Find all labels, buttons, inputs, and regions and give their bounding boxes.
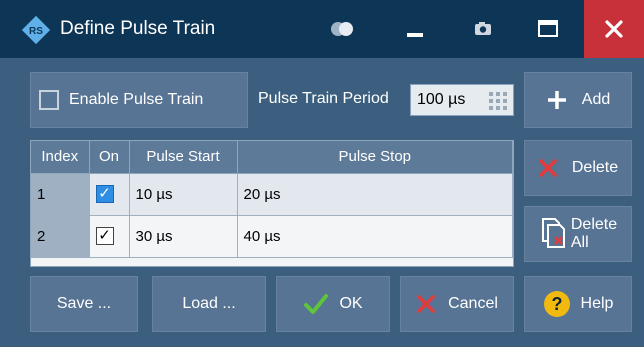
row-on-cell[interactable]: ✓ — [89, 173, 130, 216]
add-label: Add — [581, 91, 611, 108]
period-value: 100 µs — [417, 91, 466, 108]
delete-all-icon — [541, 218, 565, 248]
row-index: 2 — [31, 215, 90, 258]
camera-icon[interactable] — [464, 0, 504, 58]
rohde-schwarz-logo-icon: RS — [21, 15, 51, 45]
table-row[interactable]: 1 ✓ 10 µs 20 µs — [31, 173, 513, 216]
delete-label: Delete — [571, 159, 619, 176]
enable-pulse-train-button[interactable]: Enable Pulse Train — [30, 72, 248, 128]
column-header-index[interactable]: Index — [31, 141, 90, 174]
close-icon — [605, 20, 623, 38]
cancel-button[interactable]: Cancel — [400, 276, 514, 332]
ok-button[interactable]: OK — [276, 276, 390, 332]
save-label: Save ... — [56, 295, 112, 312]
column-header-pulse-stop[interactable]: Pulse Stop — [237, 141, 513, 174]
enable-checkbox[interactable] — [39, 90, 59, 110]
close-button[interactable] — [584, 0, 644, 58]
row-index: 1 — [31, 173, 90, 216]
row-pulse-start[interactable]: 10 µs — [129, 173, 238, 216]
load-label: Load ... — [182, 295, 236, 312]
plus-icon — [547, 91, 566, 109]
maximize-icon[interactable] — [528, 0, 568, 58]
cancel-x-icon — [417, 295, 435, 313]
column-header-on[interactable]: On — [89, 141, 130, 174]
cancel-label: Cancel — [448, 295, 498, 312]
table-header-row: Index On Pulse Start Pulse Stop — [31, 141, 513, 174]
period-input[interactable]: 100 µs — [410, 84, 514, 116]
delete-all-button[interactable]: Delete All — [524, 206, 632, 262]
row-on-cell[interactable]: ✓ — [89, 215, 130, 258]
svg-text:RS: RS — [29, 26, 43, 37]
delete-all-label-line2: All — [570, 234, 589, 251]
window-title: Define Pulse Train — [60, 18, 216, 39]
enable-label: Enable Pulse Train — [69, 91, 204, 108]
period-label: Pulse Train Period — [258, 90, 389, 107]
delete-button[interactable]: Delete — [524, 140, 632, 196]
delete-all-label-group: Delete All — [571, 216, 617, 252]
column-header-pulse-start[interactable]: Pulse Start — [129, 141, 238, 174]
row-pulse-stop[interactable]: 20 µs — [237, 173, 513, 216]
save-button[interactable]: Save ... — [30, 276, 138, 332]
load-button[interactable]: Load ... — [152, 276, 266, 332]
delete-x-icon — [539, 159, 557, 177]
help-button[interactable]: ? Help — [524, 276, 632, 332]
row-pulse-start[interactable]: 30 µs — [129, 215, 238, 258]
title-bar: RS Define Pulse Train — [0, 0, 644, 58]
row-pulse-stop[interactable]: 40 µs — [237, 215, 513, 258]
row-on-checkbox[interactable]: ✓ — [95, 227, 114, 245]
add-button[interactable]: Add — [524, 72, 632, 128]
help-icon: ? — [543, 291, 570, 317]
help-label: Help — [580, 295, 614, 312]
toggle-icon[interactable] — [322, 0, 362, 58]
pulse-table: Index On Pulse Start Pulse Stop 1 ✓ 10 µ… — [30, 140, 514, 267]
ok-label: OK — [339, 295, 363, 312]
svg-text:?: ? — [551, 294, 562, 314]
row-on-checkbox[interactable]: ✓ — [95, 185, 114, 203]
keypad-icon[interactable] — [489, 92, 507, 110]
delete-all-label-line1: Delete — [570, 216, 618, 233]
checkmark-icon — [304, 294, 329, 314]
table-row[interactable]: 2 ✓ 30 µs 40 µs — [31, 215, 513, 258]
minimize-icon[interactable] — [396, 0, 436, 58]
